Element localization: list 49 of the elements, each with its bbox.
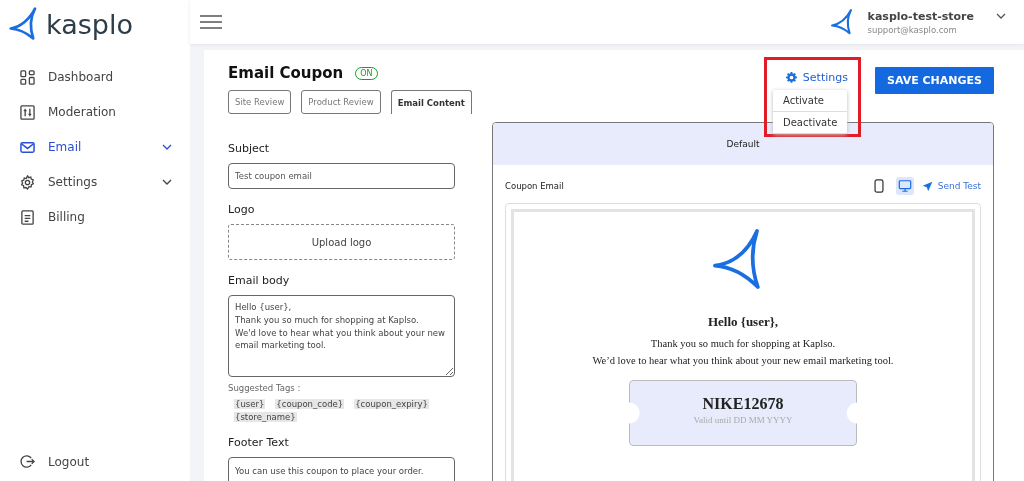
tab[interactable]: Site Review	[228, 90, 292, 114]
tab[interactable]: Product Review	[301, 90, 381, 114]
tag[interactable]: {coupon_expiry}	[354, 399, 429, 409]
brand-name: kasplo	[46, 8, 133, 40]
menu-item[interactable]: Activate	[773, 90, 848, 112]
coupon-code: NIKE12678	[702, 395, 784, 413]
tags-label: Suggested Tags :	[228, 383, 302, 393]
subject-field[interactable]: Test coupon email	[228, 163, 455, 189]
store-name: kasplo-test-store	[867, 9, 974, 23]
field-label: Subject	[228, 142, 271, 155]
document-icon	[20, 209, 35, 225]
chevron-icon[interactable]	[996, 13, 1006, 19]
settings-icon	[20, 174, 35, 190]
field-label: Footer Text	[228, 436, 290, 449]
upload-button[interactable]: Upload logo	[228, 224, 455, 260]
email-body-field[interactable]: Hello {user}, Thank you so much for shopping at Kaplso. We'd love to hear what you think about your new email marketing tool.	[228, 295, 455, 377]
grid-icon	[20, 69, 35, 85]
logout-icon	[20, 454, 35, 469]
chevron-icon	[162, 179, 172, 185]
sidebar-item[interactable]: Billing	[0, 204, 190, 230]
desktop-icon[interactable]	[895, 177, 914, 195]
send-test-button[interactable]: Send Test	[921, 180, 981, 192]
tag[interactable]: {coupon_code}	[275, 399, 345, 409]
logout-button[interactable]: Logout	[0, 454, 190, 469]
account-email: support@kasplo.com	[867, 24, 958, 35]
sidebar-item[interactable]: Moderation	[0, 99, 190, 125]
field-label: Logo	[228, 203, 256, 216]
envelope-icon	[20, 139, 35, 155]
coupon-validity: Valid until DD MM YYYY	[693, 415, 793, 425]
email-text: Thank you so much for shopping at Kaplso.	[650, 338, 836, 349]
settings-button[interactable]: Settings	[785, 66, 848, 89]
sidebar-item[interactable]: Email	[0, 134, 190, 160]
email-text: We’d love to hear what you think about your new email marketing tool.	[592, 355, 894, 366]
tab[interactable]: Email Content	[390, 90, 472, 114]
footer-field[interactable]: You can use this coupon to place your order.	[228, 457, 455, 481]
save-button[interactable]: SAVE CHANGES	[875, 67, 994, 94]
sidebar-item[interactable]: Settings	[0, 169, 190, 195]
tag[interactable]: {user}	[234, 399, 266, 409]
preview-title: Coupon Email	[505, 181, 564, 191]
sidebar-item[interactable]: Dashboard	[0, 64, 190, 90]
page-title: Email Coupon	[228, 64, 344, 82]
gear-icon	[785, 72, 797, 83]
paper-plane-icon	[921, 180, 933, 192]
sliders-icon	[20, 104, 35, 120]
chevron-icon	[162, 144, 172, 150]
email-greeting: Hello {user},	[707, 314, 779, 330]
tag[interactable]: {store_name}	[234, 412, 297, 422]
field-label: Email body	[228, 274, 291, 287]
menu-icon[interactable]	[200, 15, 222, 29]
